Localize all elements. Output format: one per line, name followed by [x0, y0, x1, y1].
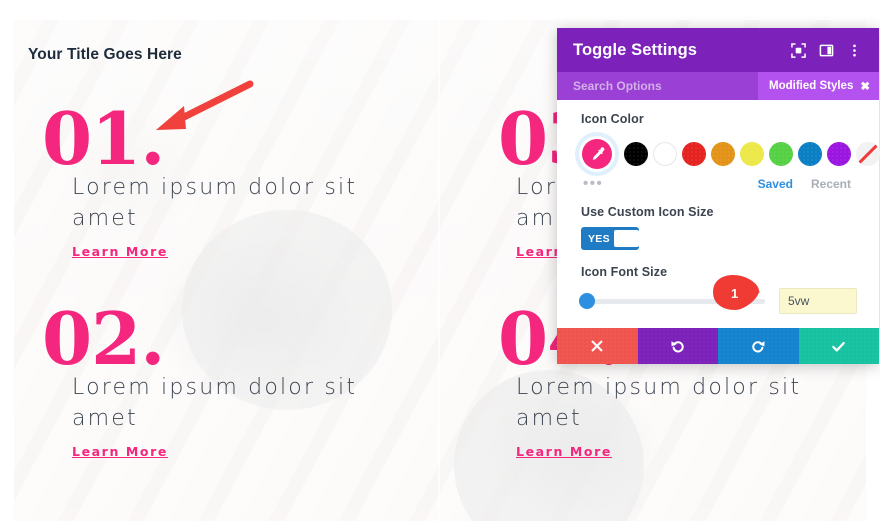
icon-font-size-input[interactable]: [779, 288, 857, 314]
callout-marker-1-label: 1: [731, 286, 739, 301]
recent-colors-link[interactable]: Recent: [811, 177, 851, 191]
blurb-text: Lorem ipsum dolor sit amet: [72, 175, 358, 232]
learn-more-link[interactable]: Learn More: [72, 444, 168, 459]
toggle-settings-panel: Toggle Settings Modified Styles ✖: [557, 28, 880, 364]
page-title: Your Title Goes Here: [28, 46, 182, 63]
learn-more-link[interactable]: Learn More: [72, 244, 168, 259]
selected-color-swatch[interactable]: [579, 136, 615, 172]
icon-color-label: Icon Color: [581, 112, 644, 126]
swatch-meta-row: ••• Saved Recent: [557, 172, 879, 191]
blurb-item-02: 02. Lorem ipsum dolor sit amet Learn Mor…: [28, 296, 422, 461]
modified-styles-badge[interactable]: Modified Styles ✖: [758, 72, 879, 100]
undo-button[interactable]: [637, 328, 718, 364]
custom-icon-size-label: Use Custom Icon Size: [581, 205, 714, 219]
learn-more-link[interactable]: Learn More: [516, 444, 612, 459]
custom-icon-size-toggle[interactable]: YES: [581, 227, 639, 250]
blurb-text: Lorem ipsum dolor sit amet: [72, 375, 358, 432]
layout-panel-icon[interactable]: [813, 37, 839, 63]
color-swatch-blue[interactable]: [798, 142, 822, 166]
icon-font-size-label: Icon Font Size: [581, 265, 668, 279]
blurb-item-01: 01. Lorem ipsum dolor sit amet Learn Mor…: [28, 96, 422, 261]
icon-color-swatch-row: [557, 126, 880, 172]
color-swatch-purple[interactable]: [827, 142, 851, 166]
more-colors-icon[interactable]: •••: [583, 176, 603, 191]
modified-styles-label: Modified Styles: [769, 80, 854, 92]
color-swatch-red[interactable]: [682, 142, 706, 166]
toggle-value-label: YES: [588, 232, 610, 245]
column-divider: [438, 20, 440, 521]
eyedropper-icon: [592, 146, 604, 160]
more-vertical-icon[interactable]: [841, 37, 867, 63]
blurb-number: 01.: [42, 96, 165, 181]
no-color-swatch[interactable]: [856, 142, 880, 166]
panel-action-bar: [557, 328, 879, 364]
color-swatch-orange[interactable]: [711, 142, 735, 166]
custom-icon-size-row: YES: [557, 227, 879, 250]
search-input[interactable]: [573, 79, 758, 93]
close-icon[interactable]: ✖: [860, 79, 870, 93]
blurb-number: 02.: [42, 296, 165, 381]
panel-header: Toggle Settings: [557, 28, 879, 72]
color-swatch-black[interactable]: [624, 142, 648, 166]
saved-colors-link[interactable]: Saved: [758, 177, 793, 191]
selected-color-circle: [582, 139, 612, 169]
blurb-text: Lorem ipsum dolor sit amet: [516, 375, 802, 432]
icon-font-size-row: 1: [557, 275, 879, 314]
panel-search-bar: Modified Styles ✖: [557, 72, 879, 100]
color-swatch-green[interactable]: [769, 142, 793, 166]
color-swatch-yellow[interactable]: [740, 142, 764, 166]
cancel-button[interactable]: [557, 328, 638, 364]
color-swatch-white[interactable]: [653, 142, 677, 166]
panel-title: Toggle Settings: [573, 40, 698, 59]
slider-handle[interactable]: [579, 293, 595, 309]
target-focus-icon[interactable]: [785, 37, 811, 63]
save-button[interactable]: [798, 328, 879, 364]
redo-button[interactable]: [718, 328, 799, 364]
panel-body: Icon Color ••• Saved Recent Use Custom I…: [557, 100, 880, 328]
toggle-knob: [613, 230, 639, 247]
